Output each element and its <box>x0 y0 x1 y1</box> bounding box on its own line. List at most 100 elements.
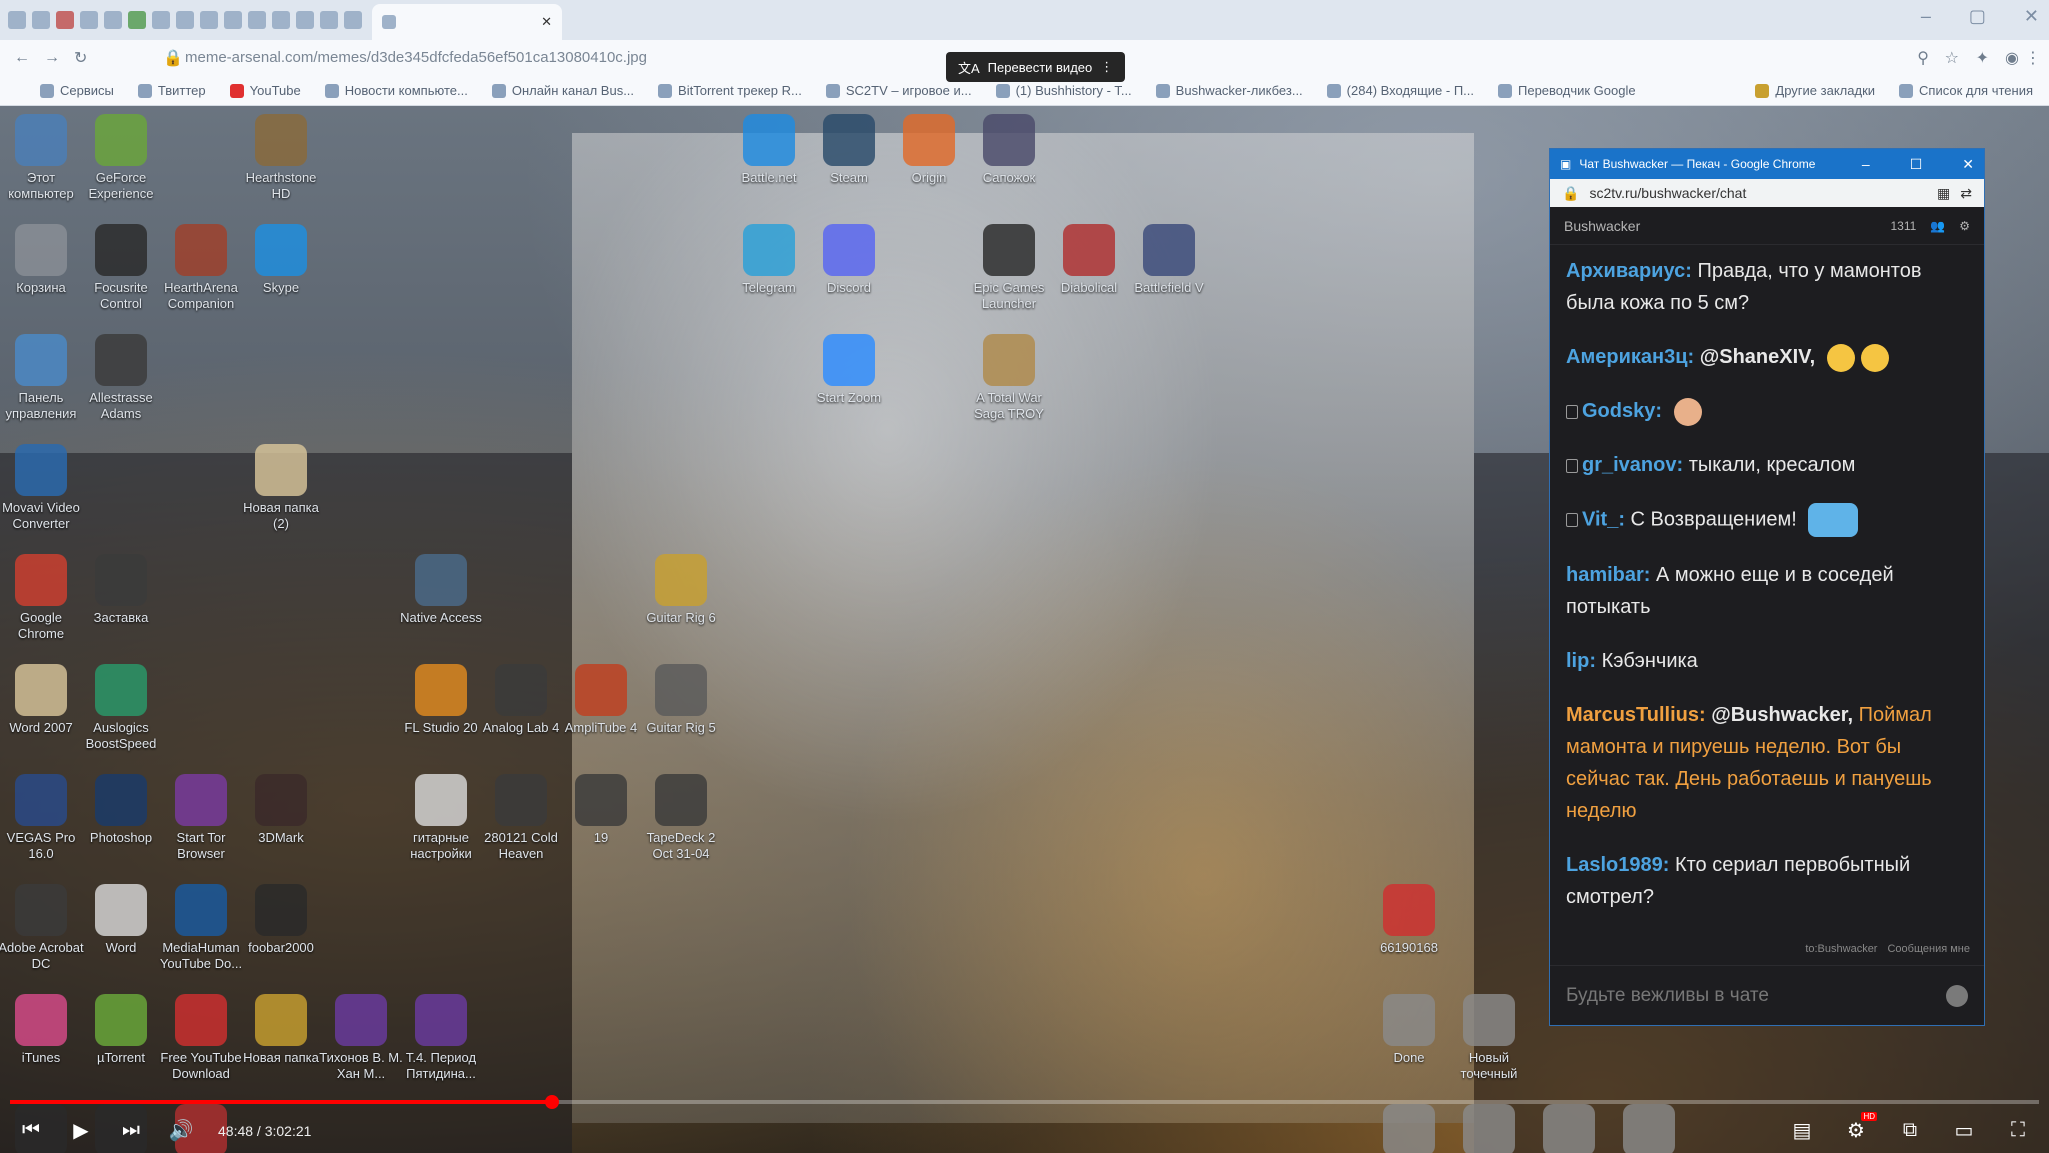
desktop-icon[interactable]: Diabolical <box>1046 224 1132 296</box>
desktop-icon[interactable]: iTunes <box>0 994 84 1066</box>
desktop-icon[interactable]: Focusrite Control <box>78 224 164 312</box>
reading-list[interactable]: Список для чтения <box>1899 83 2033 98</box>
subtitles-icon[interactable]: ▤ <box>1789 1118 1815 1144</box>
reload-icon[interactable]: ↻ <box>74 48 87 68</box>
desktop-icon[interactable]: Battle.net <box>726 114 812 186</box>
desktop-icon[interactable]: 19 <box>558 774 644 846</box>
close-icon[interactable]: ✕ <box>2024 6 2039 27</box>
bookmark-item[interactable]: BitTorrent трекер R... <box>658 83 802 98</box>
address-url[interactable]: meme-arsenal.com/memes/d3de345dfcfeda56e… <box>185 49 647 66</box>
bookmark-item[interactable]: (284) Входящие - П... <box>1326 83 1474 98</box>
desktop-icon[interactable]: A Total War Saga TROY <box>966 334 1052 422</box>
desktop-icon[interactable]: FL Studio 20 <box>398 664 484 736</box>
desktop-icon[interactable]: 3DMark <box>238 774 324 846</box>
bookmark-item[interactable]: YouTube <box>229 83 301 98</box>
bookmark-item[interactable]: Онлайн канал Bus... <box>491 83 634 98</box>
more-icon[interactable]: ⋮ <box>1100 59 1113 75</box>
desktop-icon[interactable]: Т.4. Период Пятидина... <box>398 994 484 1082</box>
profile-icon[interactable]: ◉ <box>2005 48 2019 68</box>
volume-icon[interactable]: 🔊 <box>168 1118 194 1144</box>
bookmark-item[interactable]: (1) Bushhistory - T... <box>995 83 1132 98</box>
desktop-icon[interactable]: гитарные настройки <box>398 774 484 862</box>
other-bookmarks[interactable]: Другие закладки <box>1755 83 1875 98</box>
fullscreen-icon[interactable]: ⛶ <box>2005 1118 2031 1144</box>
forward-icon[interactable]: → <box>44 49 60 67</box>
desktop-icon[interactable]: Start Tor Browser <box>158 774 244 862</box>
desktop-icon[interactable]: Adobe Acrobat DC <box>0 884 84 972</box>
desktop-icon[interactable]: Steam <box>806 114 892 186</box>
my-messages-link[interactable]: Сообщения мне <box>1887 943 1970 955</box>
scrubber-handle[interactable] <box>544 1095 559 1109</box>
desktop-icon[interactable]: HearthArena Companion <box>158 224 244 312</box>
desktop-icon[interactable]: Free YouTube Download <box>158 994 244 1082</box>
desktop-icon[interactable]: GeForce Experience <box>78 114 164 202</box>
desktop-icon[interactable]: AmpliTube 4 <box>558 664 644 736</box>
minimize-icon[interactable]: – <box>1862 156 1870 173</box>
bookmark-star-icon[interactable]: ☆ <box>1945 48 1959 68</box>
bookmark-item[interactable]: Bushwacker-ликбез... <box>1155 83 1303 98</box>
desktop-icon[interactable]: Google Chrome <box>0 554 84 642</box>
zoom-icon[interactable]: ⚲ <box>1917 48 1929 68</box>
to-streamer-link[interactable]: to:Bushwacker <box>1805 943 1877 955</box>
tab-close-icon[interactable]: ✕ <box>541 14 552 30</box>
desktop-icon[interactable]: Новый точечный <box>1446 994 1532 1082</box>
bookmark-item[interactable]: Твиттер <box>137 83 206 98</box>
desktop-icon[interactable]: TapeDeck 2 Oct 31-04 <box>638 774 724 862</box>
settings-icon[interactable]: ⚙ <box>1959 219 1970 233</box>
extensions-icon[interactable]: ✦ <box>1976 48 1989 68</box>
desktop-icon[interactable]: Telegram <box>726 224 812 296</box>
bookmark-item[interactable]: Новости компьюте... <box>324 83 468 98</box>
desktop-icon[interactable]: Movavi Video Converter <box>0 444 84 532</box>
desktop-icon[interactable]: Discord <box>806 224 892 296</box>
desktop-icon[interactable]: MediaHuman YouTube Do... <box>158 884 244 972</box>
desktop-icon[interactable]: Origin <box>886 114 972 186</box>
desktop-icon[interactable]: Word <box>78 884 164 956</box>
desktop-icon[interactable]: Auslogics BoostSpeed <box>78 664 164 752</box>
users-icon[interactable]: 👥 <box>1930 219 1945 233</box>
progress-bar[interactable] <box>10 1095 2039 1109</box>
desktop-icon[interactable]: Guitar Rig 5 <box>638 664 724 736</box>
theater-mode-icon[interactable]: ▭ <box>1951 1118 1977 1144</box>
desktop-icon[interactable]: Новая папка <box>238 994 324 1066</box>
desktop-icon[interactable]: µTorrent <box>78 994 164 1066</box>
desktop-icon[interactable]: Photoshop <box>78 774 164 846</box>
desktop-icon[interactable]: Native Access <box>398 554 484 626</box>
desktop-icon[interactable]: Epic Games Launcher <box>966 224 1052 312</box>
back-icon[interactable]: ← <box>14 49 30 67</box>
emoji-picker-icon[interactable] <box>1946 984 1968 1007</box>
desktop-icon[interactable]: Панель управления <box>0 334 84 422</box>
desktop-icon[interactable]: VEGAS Pro 16.0 <box>0 774 84 862</box>
bookmark-item[interactable]: Переводчик Google <box>1498 83 1636 98</box>
menu-icon[interactable]: ⋮ <box>2025 48 2041 68</box>
desktop-icon[interactable]: Analog Lab 4 <box>478 664 564 736</box>
desktop-icon[interactable]: Сапожок <box>966 114 1052 186</box>
desktop-icon[interactable]: foobar2000 <box>238 884 324 956</box>
bookmark-item[interactable]: Сервисы <box>40 83 114 98</box>
desktop-icon[interactable]: Guitar Rig 6 <box>638 554 724 626</box>
active-browser-tab[interactable]: ✕ <box>372 4 562 40</box>
desktop-icon[interactable]: Battlefield V <box>1126 224 1212 296</box>
translate-video-tooltip[interactable]: 文A Перевести видео ⋮ <box>946 52 1126 82</box>
desktop-icon[interactable]: Корзина <box>0 224 84 296</box>
desktop-icon[interactable]: Done <box>1366 994 1452 1066</box>
maximize-icon[interactable]: ▢ <box>1969 6 1986 27</box>
desktop-icon[interactable]: Hearthstone HD <box>238 114 324 202</box>
qr-icon[interactable]: ▦ <box>1937 185 1950 202</box>
minimize-icon[interactable]: – <box>1921 6 1931 27</box>
video-frame[interactable]: ✕ – ▢ ✕ ← → ↻ 🔒 meme-arsenal.com/memes/d… <box>0 0 2049 1153</box>
next-icon[interactable]: ⏭ <box>118 1118 144 1144</box>
translate-page-icon[interactable]: ⇄ <box>1960 185 1972 202</box>
desktop-icon[interactable]: Allestrasse Adams <box>78 334 164 422</box>
desktop-icon[interactable]: Заставка <box>78 554 164 626</box>
desktop-icon[interactable]: 66190168 <box>1366 884 1452 956</box>
miniplayer-icon[interactable]: ⧉ <box>1897 1118 1923 1144</box>
desktop-icon[interactable]: Skype <box>238 224 324 296</box>
chat-input[interactable]: Будьте вежливы в чате <box>1550 965 1984 1025</box>
settings-icon[interactable]: ⚙ <box>1843 1111 1877 1144</box>
bookmark-item[interactable]: SC2TV – игровое и... <box>825 83 972 98</box>
desktop-icon[interactable]: Этот компьютер <box>0 114 84 202</box>
desktop-icon[interactable]: Тихонов В. М. Хан М... <box>318 994 404 1082</box>
maximize-icon[interactable]: ☐ <box>1910 156 1923 173</box>
close-icon[interactable]: ✕ <box>1962 156 1974 173</box>
desktop-icon[interactable]: 280121 Cold Heaven <box>478 774 564 862</box>
